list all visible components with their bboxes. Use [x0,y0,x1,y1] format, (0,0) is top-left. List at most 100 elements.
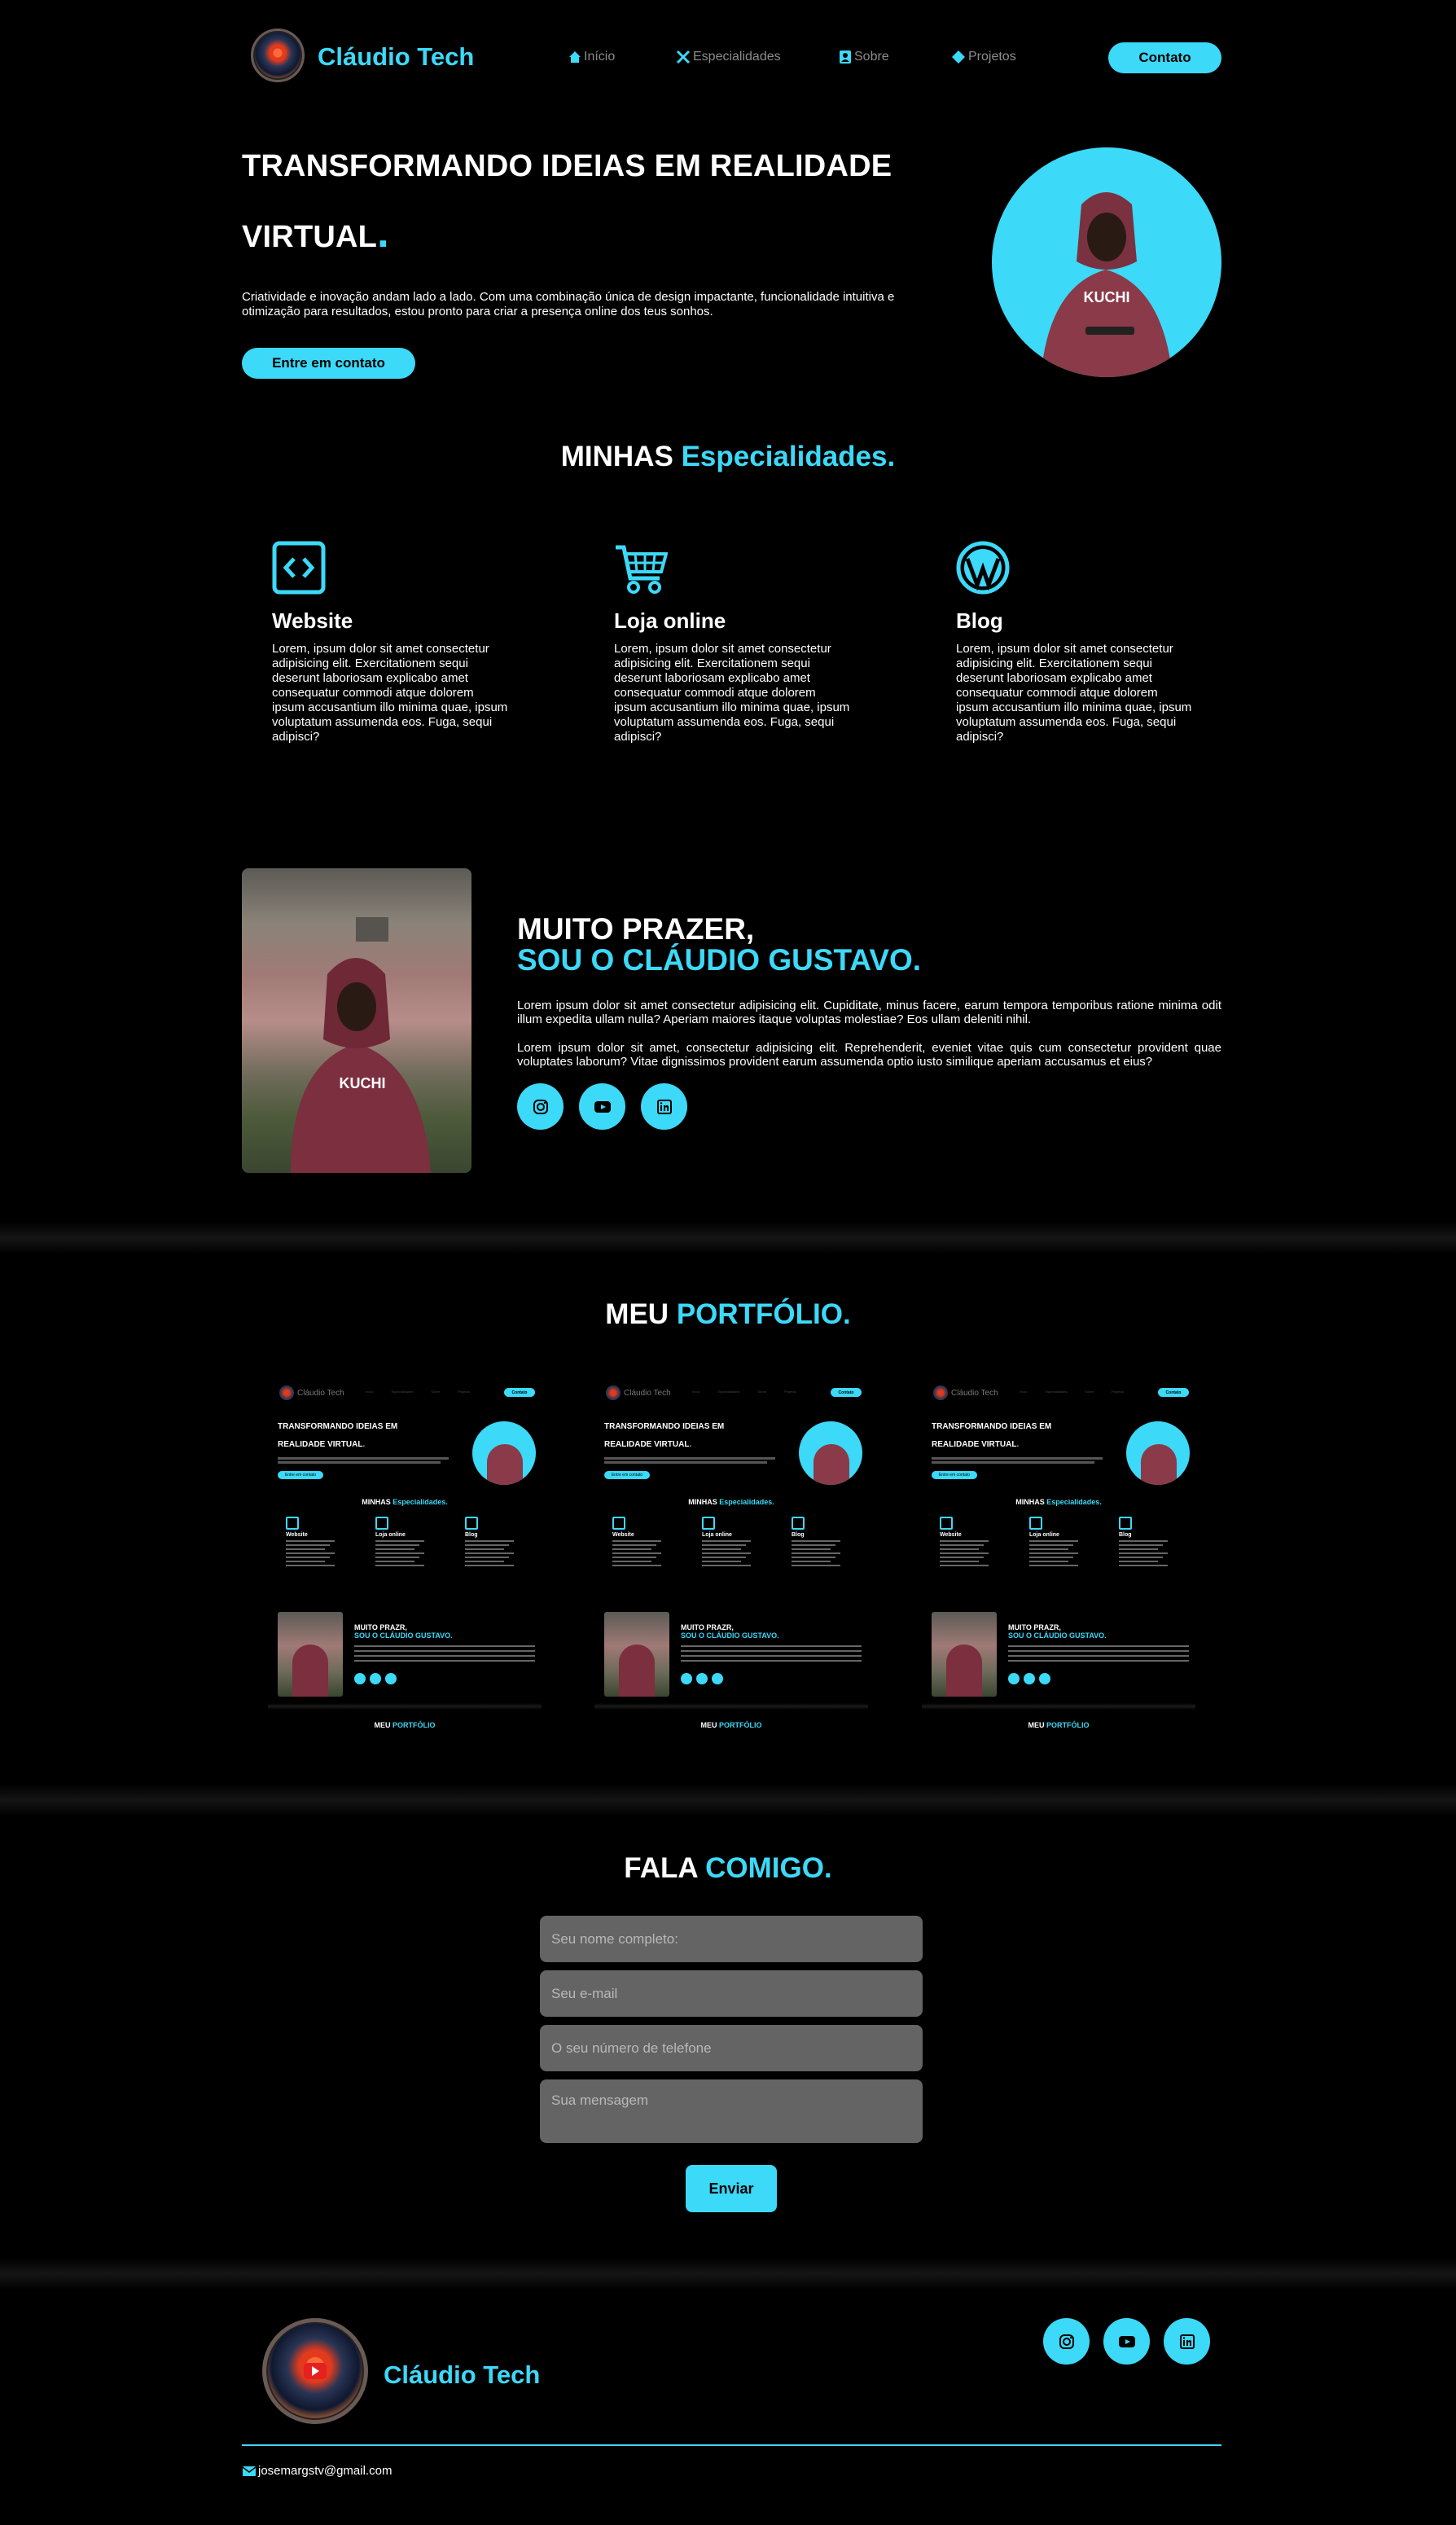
title-cyan: Especialidades. [681,441,896,472]
submit-button[interactable]: Enviar [686,2165,777,2212]
thumb-port-cyan: PORTFÓLIO [393,1721,436,1729]
thumb-spec-card: Blog [1119,1517,1192,1566]
thumb-about-line1: MUITO PRAZR, [1008,1623,1061,1631]
youtube-badge-icon [304,2363,327,2379]
thumb-hero-line2: REALIDADE VIRTUAL [932,1440,1017,1449]
thumb-spec-cyan: Especialidades. [393,1498,448,1506]
nav-item-especialidades[interactable]: Especialidades [676,50,781,64]
thumb-nav-item: Sobre [757,1390,767,1394]
footer-brand[interactable]: Cláudio Tech [384,2360,540,2390]
youtube-button[interactable] [579,1083,625,1130]
message-textarea[interactable]: Sua mensagem [540,2079,923,2143]
thumb-card-title: Loja online [375,1532,406,1538]
thumb-spec-title: MINHAS Especialidades. [922,1498,1195,1506]
title-cyan: COMIGO. [705,1852,832,1884]
nav-item-inicio[interactable]: Início [568,50,615,64]
thumb-about-photo [604,1612,669,1697]
thumb-port-cyan: PORTFÓLIO [1046,1721,1090,1729]
title-cyan: PORTFÓLIO. [676,1298,851,1330]
thumb-spec-card: Loja online [375,1517,449,1566]
contact-button[interactable]: Contato [1108,42,1221,73]
youtube-button[interactable] [1103,2318,1150,2365]
thumb-card-title: Website [612,1532,634,1538]
thumb-spec-cyan: Especialidades. [1046,1498,1102,1506]
thumb-spec-card: Loja online [1029,1517,1103,1566]
hero-title-line1: TRANSFORMANDO IDEIAS EM REALIDADE [242,149,892,183]
thumb-nav-item: Especialidades [1045,1390,1068,1394]
hero-title-word: VIRTUAL [242,220,378,254]
nav-item-sobre[interactable]: Sobre [839,50,889,64]
nav-item-projetos[interactable]: Projetos [951,50,1016,64]
home-icon [569,51,581,63]
thumb-spec-white: MINHAS [362,1498,391,1506]
instagram-button[interactable] [517,1083,564,1130]
instagram-button[interactable] [1043,2318,1090,2365]
specialty-card-blog: Blog Lorem, ipsum dolor sit amet consect… [956,541,1192,744]
nav-label: Sobre [854,50,889,64]
thumb-about-line1: MUITO PRAZR, [354,1623,407,1631]
portfolio-item[interactable]: Cláudio Tech Início Especialidades Sobre Pr… [268,1381,542,1731]
card-text: Lorem, ipsum dolor sit amet consectetur … [272,642,508,744]
thumb-nav-item: Especialidades [717,1390,740,1394]
linkedin-icon [1179,2334,1195,2349]
footer-email[interactable]: josemargstv@gmail.com [242,2464,392,2478]
thumb-about-photo [278,1612,343,1697]
email-input[interactable]: Seu e-mail [540,1970,923,2017]
thumb-card-title: Website [286,1532,308,1538]
portfolio-item[interactable]: Cláudio Tech Início Especialidades Sobre Pr… [594,1381,868,1731]
contact-title: FALA COMIGO. [0,1852,1456,1885]
instagram-icon [1059,2334,1074,2349]
portfolio-item[interactable]: Cláudio Tech Início Especialidades Sobre Pr… [922,1381,1195,1731]
linkedin-icon [656,1099,672,1114]
thumb-port-white: MEU [374,1721,391,1729]
section-divider [0,1784,1456,1816]
section-divider [0,2258,1456,2290]
thumb-spec-card: Blog [792,1517,865,1566]
thumb-about-title: MUITO PRAZR, SOU O CLÁUDIO GUSTAVO. [354,1623,453,1640]
thumb-brand: Cláudio Tech [297,1389,344,1398]
thumb-spec-card: Website [940,1517,1013,1566]
name-input[interactable]: Seu nome completo: [540,1916,923,1962]
projects-icon [952,50,965,64]
thumb-about-line2: SOU O CLÁUDIO GUSTAVO. [354,1631,453,1640]
about-photo: KUCHI [242,868,471,1173]
thumb-about-line2: SOU O CLÁUDIO GUSTAVO. [1008,1631,1107,1640]
footer-logo-icon[interactable] [262,2318,368,2424]
cart-icon [616,545,669,594]
hero-cta-button[interactable]: Entre em contato [242,348,415,379]
card-title: Website [272,608,353,633]
about-title-line2: SOU O CLÁUDIO GUSTAVO. [517,943,922,977]
thumb-avatar [799,1421,862,1485]
thumb-nav-item: Início [366,1390,374,1394]
email-text: josemargstv@gmail.com [258,2464,393,2478]
thumb-port-cyan: PORTFÓLIO [719,1721,762,1729]
thumb-spec-card: Loja online [702,1517,775,1566]
hero-avatar: KUCHI [992,147,1221,377]
thumb-cta: Entre em contato [278,1471,323,1479]
nav-label: Início [584,50,616,64]
thumb-port-white: MEU [1028,1721,1045,1729]
thumb-spec-white: MINHAS [1015,1498,1045,1506]
thumb-cta: Entre em contato [604,1471,650,1479]
thumb-about-line2: SOU O CLÁUDIO GUSTAVO. [681,1631,779,1640]
thumb-card-title: Loja online [1029,1532,1059,1538]
title-white: MEU [605,1298,669,1330]
about-title-line1: MUITO PRAZER, [517,912,755,946]
wordpress-icon [956,541,1010,595]
logo-icon[interactable] [251,29,305,82]
linkedin-button[interactable] [641,1083,687,1130]
contact-card-icon [840,50,851,64]
thumb-socials [681,1673,723,1684]
person-illustration: KUCHI [1041,192,1173,377]
portfolio-title: MEU PORTFÓLIO. [0,1298,1456,1331]
linkedin-button[interactable] [1164,2318,1210,2365]
hero-title: TRANSFORMANDO IDEIAS EM REALIDADE VIRTUA… [242,133,975,270]
thumb-spec-title: MINHAS Especialidades. [594,1498,868,1506]
phone-input[interactable]: O seu número de telefone [540,2025,923,2071]
thumb-nav-item: Projetos [1112,1390,1124,1394]
thumb-about-title: MUITO PRAZR, SOU O CLÁUDIO GUSTAVO. [681,1623,779,1640]
thumb-card-title: Loja online [702,1532,732,1538]
nav-label: Especialidades [693,50,781,64]
card-text: Lorem, ipsum dolor sit amet consectetur … [956,642,1192,744]
brand-name[interactable]: Cláudio Tech [318,42,474,72]
